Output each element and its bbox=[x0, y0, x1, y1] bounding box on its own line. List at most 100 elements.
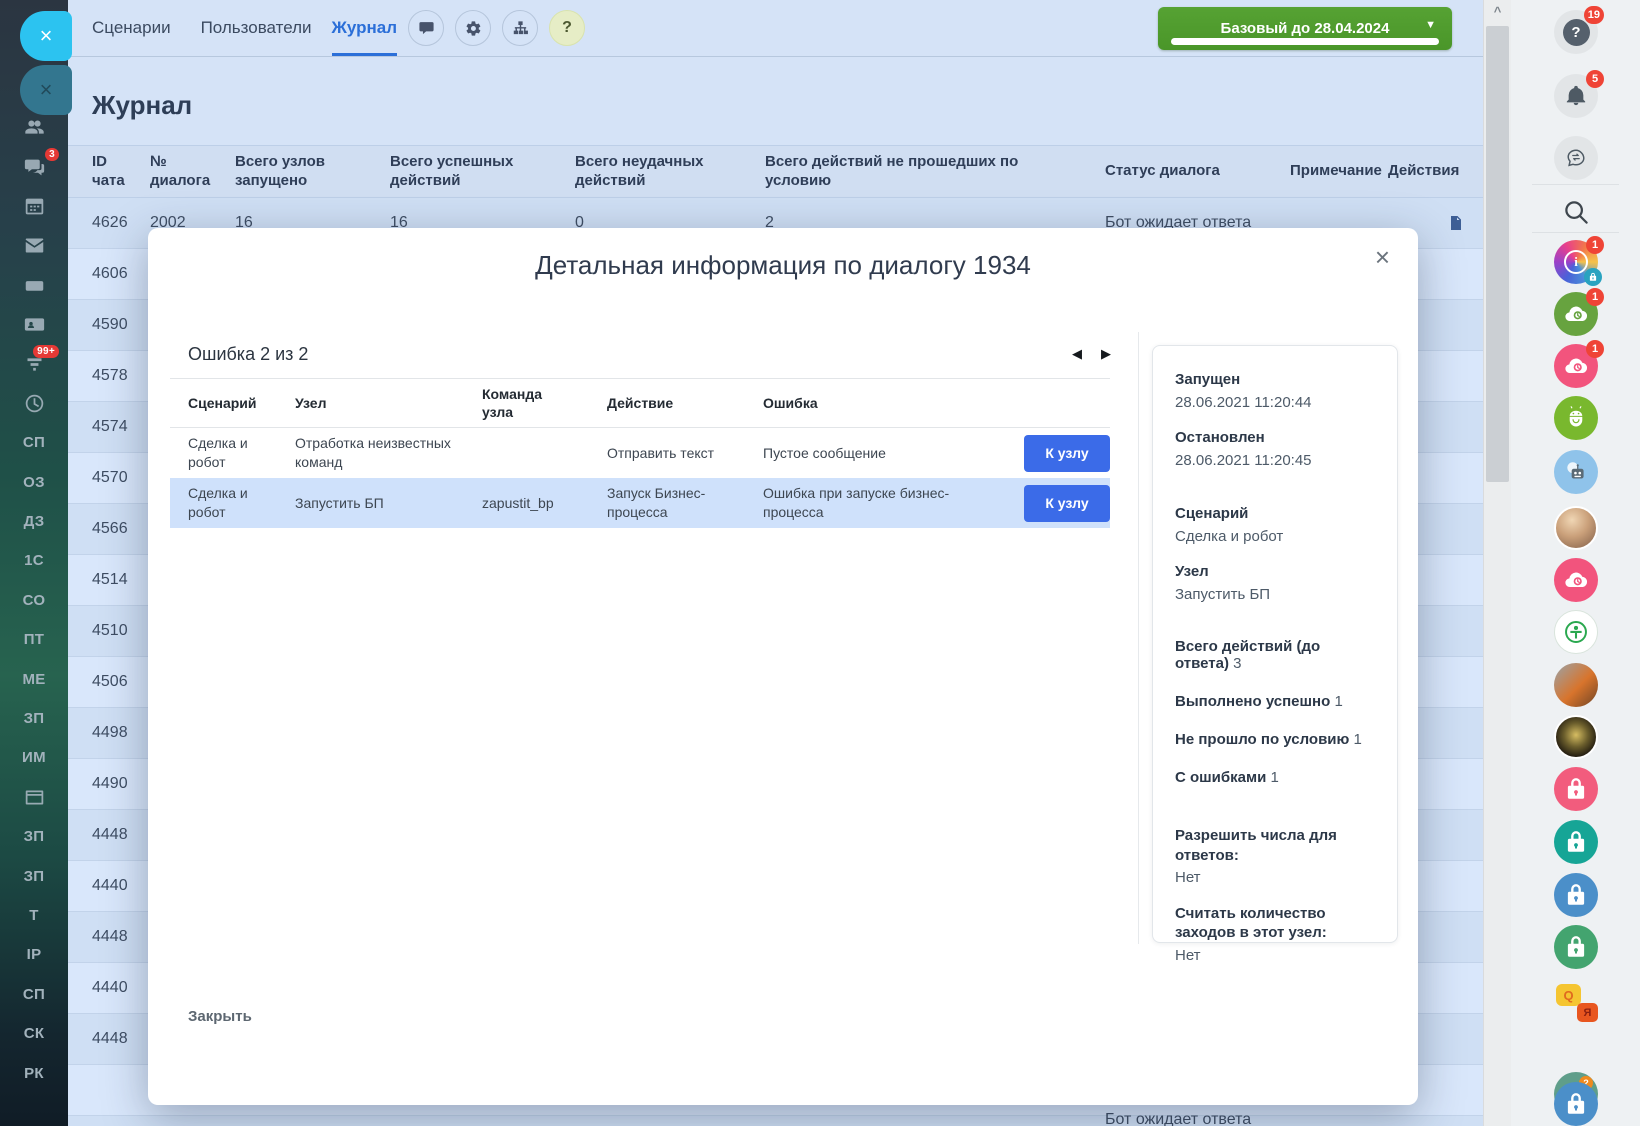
col-header: Примечание bbox=[1290, 162, 1388, 181]
errors-stat: С ошибками 1 bbox=[1175, 769, 1375, 786]
sidebar-item-drive[interactable] bbox=[0, 266, 68, 305]
cell-chat-id: 4514 bbox=[92, 571, 150, 589]
sidebar-item-t[interactable]: Т bbox=[0, 896, 68, 935]
sidebar-item-im[interactable]: ИМ bbox=[0, 738, 68, 777]
sidebar-item-messenger[interactable]: 3 bbox=[0, 147, 68, 186]
cell-chat-id: 4498 bbox=[92, 724, 150, 742]
notifications-button[interactable]: 5 bbox=[1554, 74, 1598, 118]
app-person-ring-button[interactable] bbox=[1554, 610, 1598, 654]
app-lock-teal-button[interactable] bbox=[1554, 820, 1598, 864]
cell-chat-id: 4574 bbox=[92, 418, 150, 436]
sidebar-item-so[interactable]: СО bbox=[0, 581, 68, 620]
cloud-clock-icon bbox=[1563, 301, 1589, 327]
close-icon[interactable]: × bbox=[1375, 244, 1390, 270]
sidebar-item-label: Т bbox=[29, 907, 38, 924]
sidebar-item-zp-1[interactable]: ЗП bbox=[0, 699, 68, 738]
notifications-badge: 5 bbox=[1586, 70, 1604, 88]
sidebar-item-oz[interactable]: ОЗ bbox=[0, 463, 68, 502]
sidebar-item-sp[interactable]: СП bbox=[0, 423, 68, 462]
help-button[interactable]: ? bbox=[549, 10, 585, 46]
sidebar-item-dz[interactable]: ДЗ bbox=[0, 502, 68, 541]
avatar[interactable] bbox=[1554, 715, 1598, 759]
scenario-value: Сделка и робот bbox=[1175, 527, 1375, 547]
document-icon[interactable] bbox=[1448, 215, 1464, 231]
sidebar-item-pt[interactable]: ПТ bbox=[0, 620, 68, 659]
scroll-up-icon[interactable]: ^ bbox=[1484, 4, 1511, 19]
error-table: Сценарий Узел Команда узла Действие Ошиб… bbox=[170, 378, 1110, 528]
screen: × × 3 99+ СП ОЗ ДЗ 1С СО ПТ МЕ ЗП ИМ ЗП … bbox=[0, 0, 1640, 1126]
app-cloud-pink-2-button[interactable] bbox=[1554, 558, 1598, 602]
go-to-node-button[interactable]: К узлу bbox=[1024, 435, 1110, 472]
helpdesk-button[interactable]: ? 19 bbox=[1554, 10, 1598, 54]
app-badge: 1 bbox=[1586, 236, 1604, 254]
sidebar-inactive-tab[interactable]: × bbox=[20, 65, 72, 115]
app-cloud-pink-button[interactable]: 1 bbox=[1554, 344, 1598, 388]
lock-icon bbox=[1584, 268, 1602, 286]
sidebar-item-zp-3[interactable]: ЗП bbox=[0, 856, 68, 895]
sidebar-item-sk[interactable]: СК bbox=[0, 1014, 68, 1053]
col-header: Статус диалога bbox=[1105, 162, 1290, 181]
sidebar-item-calendar[interactable] bbox=[0, 187, 68, 226]
crm-badge: 99+ bbox=[33, 345, 59, 358]
app-android-button[interactable] bbox=[1554, 396, 1598, 440]
success-stat: Выполнено успешно 1 bbox=[1175, 693, 1375, 710]
chat-history-button[interactable] bbox=[1554, 136, 1598, 180]
sidebar-item-label: ЗП bbox=[24, 710, 45, 727]
sidebar-item-me[interactable]: МЕ bbox=[0, 659, 68, 698]
app-lock-blue-button[interactable] bbox=[1554, 873, 1598, 917]
scenario-label: Сценарий bbox=[1175, 504, 1375, 524]
cell-chat-id: 4490 bbox=[92, 775, 150, 793]
vertical-scrollbar[interactable]: ^ bbox=[1483, 0, 1511, 1126]
cell-chat-id: 4626 bbox=[92, 214, 150, 232]
scrollbar-thumb[interactable] bbox=[1486, 26, 1509, 482]
sidebar-active-tab[interactable]: × bbox=[20, 11, 72, 61]
condition-stat: Не прошло по условию 1 bbox=[1175, 731, 1375, 748]
app-lock-pink-button[interactable] bbox=[1554, 767, 1598, 811]
sidebar-item-mail[interactable] bbox=[0, 226, 68, 265]
prev-error-icon[interactable]: ◀ bbox=[1072, 347, 1082, 360]
structure-button[interactable] bbox=[502, 10, 538, 46]
avatar[interactable] bbox=[1554, 506, 1598, 550]
app-lock-blue-2-button[interactable] bbox=[1554, 1082, 1598, 1126]
cloud-clock-icon bbox=[1563, 567, 1589, 593]
sidebar-item-time[interactable] bbox=[0, 384, 68, 423]
tab-scenarios[interactable]: Сценарии bbox=[92, 0, 171, 56]
license-dropdown[interactable]: Базовый до 28.04.2024 ▼ bbox=[1158, 7, 1452, 50]
sidebar-item-sites[interactable] bbox=[0, 778, 68, 817]
sidebar-item-ip[interactable]: IP bbox=[0, 935, 68, 974]
app-lock-green-button[interactable] bbox=[1554, 925, 1598, 969]
id-card-icon bbox=[24, 314, 45, 335]
go-to-node-button[interactable]: К узлу bbox=[1024, 485, 1110, 522]
lock-icon bbox=[1563, 776, 1589, 802]
app-info-button[interactable]: i 1 bbox=[1554, 240, 1598, 284]
cell-chat-id: 4578 bbox=[92, 367, 150, 385]
close-modal-button[interactable]: Закрыть bbox=[188, 1008, 252, 1025]
table-row[interactable] bbox=[68, 1116, 1483, 1126]
sidebar-item-label: ОЗ bbox=[23, 474, 45, 491]
app-chatbot-button[interactable] bbox=[1554, 450, 1598, 494]
close-icon: × bbox=[40, 23, 53, 49]
next-error-icon[interactable]: ▶ bbox=[1101, 347, 1111, 360]
cell-chat-id: 4606 bbox=[92, 265, 150, 283]
sidebar-item-label: ЗП bbox=[24, 828, 45, 845]
sidebar-item-crm[interactable]: 99+ bbox=[0, 344, 68, 383]
app-cloud-green-button[interactable]: 1 bbox=[1554, 292, 1598, 336]
settings-button[interactable] bbox=[455, 10, 491, 46]
avatar[interactable] bbox=[1554, 663, 1598, 707]
sidebar-item-zp-2[interactable]: ЗП bbox=[0, 817, 68, 856]
sidebar-item-contacts[interactable] bbox=[0, 305, 68, 344]
cell-error: Пустое сообщение bbox=[763, 438, 1004, 469]
sidebar-item-1c[interactable]: 1С bbox=[0, 541, 68, 580]
app-qa-chat-button[interactable]: Q Я bbox=[1554, 980, 1598, 1024]
tab-users[interactable]: Пользователи bbox=[201, 0, 312, 56]
chat-button[interactable] bbox=[408, 10, 444, 46]
chat-bubble-icon bbox=[418, 20, 435, 37]
tab-journal[interactable]: Журнал bbox=[332, 0, 398, 56]
android-icon bbox=[1563, 405, 1589, 431]
question-icon: ? bbox=[1563, 19, 1590, 46]
search-button[interactable] bbox=[1554, 190, 1598, 234]
sidebar-item-label: СК bbox=[24, 1025, 45, 1042]
sidebar-item-sp-2[interactable]: СП bbox=[0, 975, 68, 1014]
sidebar-item-rk[interactable]: РК bbox=[0, 1053, 68, 1092]
chat-sync-icon bbox=[1565, 147, 1587, 169]
